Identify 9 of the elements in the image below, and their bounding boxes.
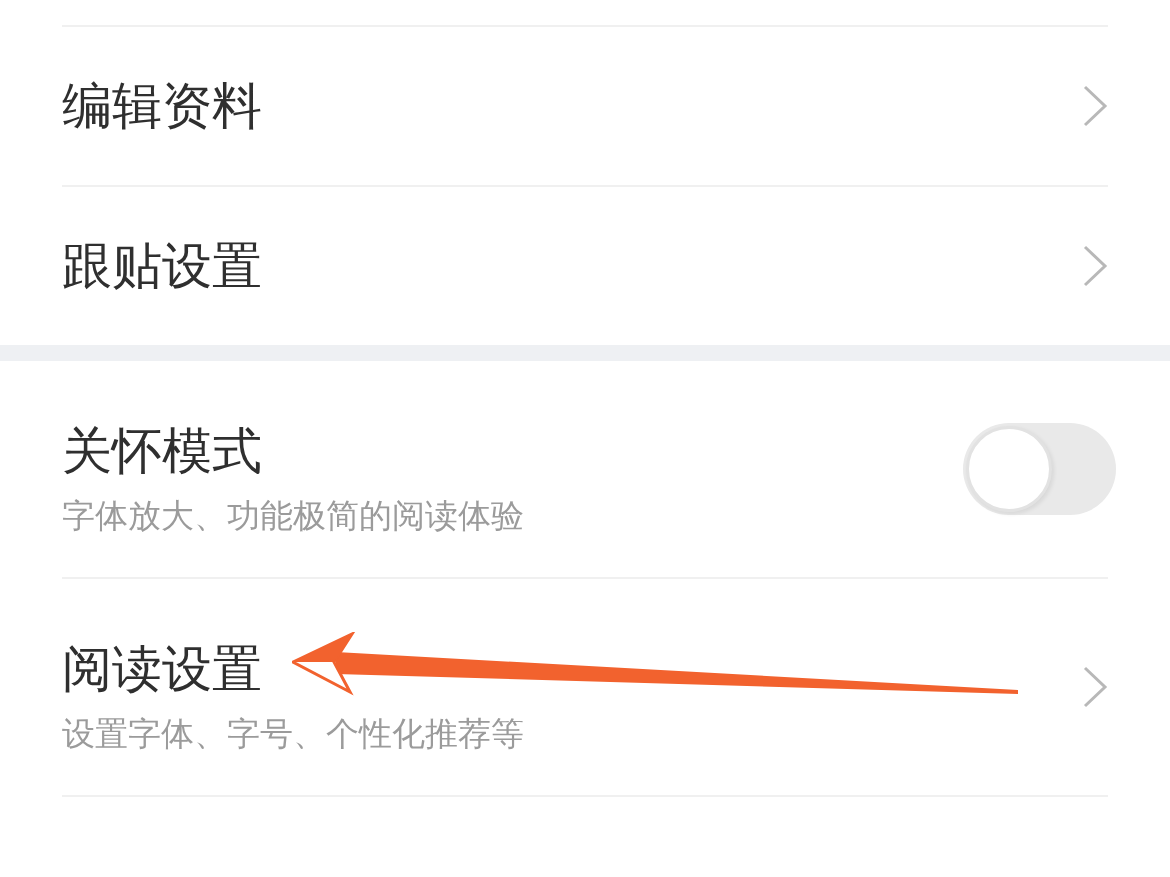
setting-description: 设置字体、字号、个性化推荐等 (62, 715, 524, 753)
chevron-right-icon (1082, 245, 1108, 287)
setting-title[interactable]: 跟贴设置 (62, 238, 262, 294)
chevron-right-icon (1082, 666, 1108, 708)
chevron-right-icon (1082, 85, 1108, 127)
setting-description: 字体放大、功能极简的阅读体验 (62, 497, 524, 535)
setting-title[interactable]: 关怀模式 (62, 423, 262, 479)
setting-title[interactable]: 编辑资料 (62, 78, 262, 134)
setting-title[interactable]: 阅读设置 (62, 641, 262, 697)
